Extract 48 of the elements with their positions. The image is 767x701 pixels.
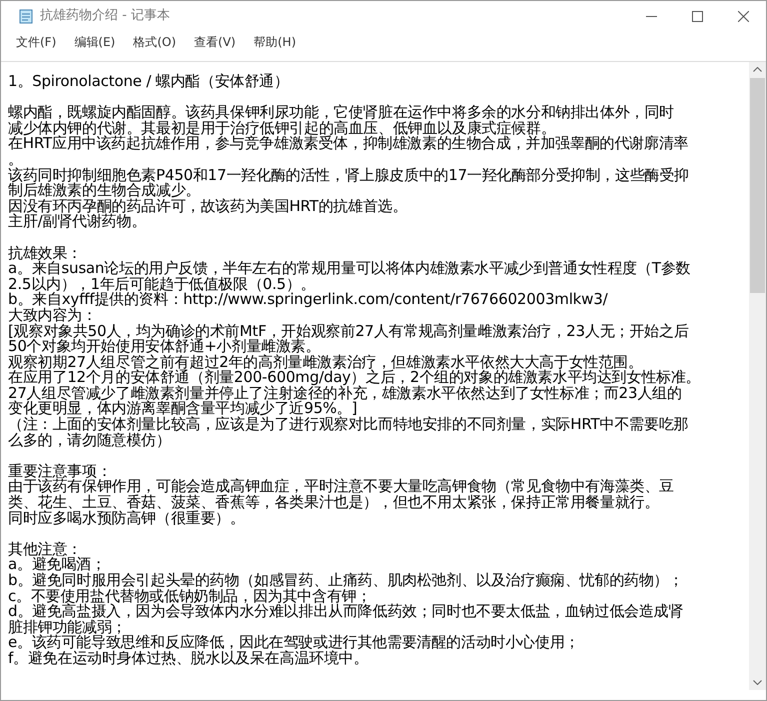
text-line: 在应用了12个月的安体舒通（剂量200-600mg/day）之后，2个组的对象的雄激素水平均达到女性标准。 <box>8 370 702 386</box>
text-line: 大致内容为： <box>8 308 97 324</box>
text-line: 。 <box>8 152 23 168</box>
text-line: 由于该药有保钾作用，可能会造成高钾血症，平时注意不要大量吃高钾食物（常见食物中有海藻类、豆 <box>8 479 676 496</box>
menu-item[interactable]: 查看(V) <box>185 32 245 52</box>
menu-item[interactable]: 编辑(E) <box>65 32 124 52</box>
text-line: 主肝/副肾代谢药物。 <box>8 214 146 230</box>
text-line: 抗雄效果： <box>8 246 84 262</box>
menu-item[interactable]: 格式(O) <box>124 32 186 52</box>
text-line: 制后雄激素的生物合成减少。 <box>8 183 200 199</box>
text-line: f。避免在运动时身体过热、脱水以及呆在高温环境中。 <box>8 650 368 667</box>
text-line: a。避免喝酒； <box>8 557 106 573</box>
menu-item[interactable]: 帮助(H) <box>244 32 305 52</box>
text-line: a。来自susan论坛的用户反馈，半年左右的常规用量可以将体内雄激素水平减少到普通女性程度（T参数 <box>8 261 692 277</box>
text-line: 2.5以内），1年后可能趋于低值极限（0.5）。 <box>8 276 316 292</box>
text-line: c。不要使用盐代替物或低钠奶制品，因为其中含有钾； <box>8 588 372 604</box>
text-line: 50个对象均开始使用安体舒通+小剂量雌激素。 <box>8 339 320 355</box>
notepad-icon <box>18 8 34 24</box>
text-line: 同时应多喝水预防高钾（很重要）。 <box>8 510 245 526</box>
text-line: 脏排钾功能减弱； <box>8 620 126 636</box>
text-line: b。来自xyfff提供的资料：http://www.springerlink.com/content/r7676602003mlkw3/ <box>8 292 609 308</box>
close-icon <box>738 10 748 22</box>
text-line: 因没有环丙孕酮的药品许可，故该药为美国HRT的抗雄首选。 <box>8 198 408 214</box>
text-line: 观察初期27人组尽管之前有超过2年的高剂量雌激素治疗，但雄激素水平依然大大高于女性范围。 <box>8 354 643 370</box>
text-line: e。该药可能导致思维和反应降低，因此在驾驶或进行其他需要清醒的活动时小心使用； <box>8 635 580 651</box>
text-line: 该药同时抑制细胞色素P450和17一羟化酶的活性，肾上腺皮质中的17一羟化酶部分受抑制，这些酶受抑 <box>8 168 690 184</box>
text-line: b。避免同时服用会引起头晕的药物（如感冒药、止痛药、肌肉松弛剂、以及治疗癫痫、忧郁的药物）； <box>8 573 684 589</box>
text-line: 在HRT应用中该药起抗雄作用，参与竞争雄激素受体，抑制雄激素的生物合成，并加强睾酮的代谢廓清率 <box>8 136 690 152</box>
text-line: d。避免高盐摄入，因为会导致体内水分难以排出从而降低药效；同时也不要太低盐，血钠过低会造成肾 <box>8 604 684 620</box>
text-line: 重要注意事项： <box>8 464 112 480</box>
text-line: 么多的，请勿随意模仿） <box>8 432 171 448</box>
text-line: 27人组尽管减少了雌激素剂量并停止了注射途径的补充，雄激素水平依然达到了女性标准；而23人组的 <box>8 386 682 402</box>
text-line: [观察对象共50人，均为确诊的术前MtF，开始观察前27人有常规高剂量雌激素治疗，23人无；开始之后 <box>8 324 690 340</box>
text-line: 其他注意： <box>8 542 82 558</box>
text-line: 1。Spironolactone / 螺内酯（安体舒通） <box>8 74 290 90</box>
scroll-up-icon <box>753 67 762 72</box>
text-line: （注：上面的安体剂量比较高，应该是为了进行观察对比而特地安排的不同剂量，实际HRT中不需要吃那 <box>8 417 690 433</box>
scrollbar[interactable] <box>749 62 766 690</box>
text-line: 类、花生、土豆、香菇、菠菜、香蕉等，各类果汁也是），但也不用太紧张，保持正常用餐量就行。 <box>8 495 660 511</box>
text-line: 螺内酯，既螺旋内酯固醇。该药具保钾利尿功能，它使肾脏在运作中将多余的水分和钠排出体外，同时 <box>8 105 676 121</box>
text-line: 变化更明显，体内游离睾酮含量平均减少了近95%。] <box>8 401 358 418</box>
text-line: 减少体内钾的代谢。其最初是用于治疗低钾引起的高血压、低钾血以及康式症候群。 <box>8 120 556 136</box>
menu-item[interactable]: 文件(F) <box>7 32 66 52</box>
scroll-down-icon <box>753 680 762 685</box>
text-area[interactable] <box>1 61 766 690</box>
scrollbar-thumb[interactable] <box>750 78 765 293</box>
maximize-icon <box>692 10 702 22</box>
window-title: 抗雄药物介绍 - 记事本 <box>40 7 170 26</box>
